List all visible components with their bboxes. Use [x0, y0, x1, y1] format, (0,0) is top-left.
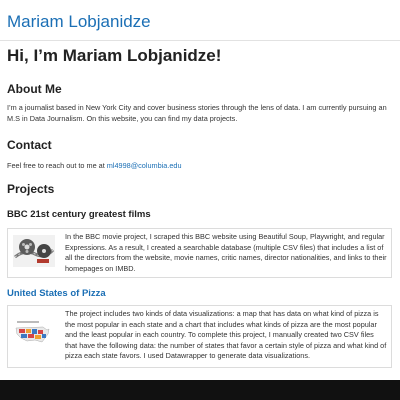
contact-heading: Contact — [7, 138, 52, 152]
project-title-pizza-link[interactable]: United States of Pizza — [7, 288, 106, 300]
project-title-bbc: BBC 21st century greatest films — [7, 209, 151, 220]
film-reel-icon — [13, 235, 55, 267]
email-link[interactable]: ml4998@columbia.edu — [107, 161, 182, 170]
project-description-pizza: The project includes two kinds of data v… — [65, 309, 387, 360]
project-description-bbc: In the BBC movie project, I scraped this… — [65, 232, 387, 273]
projects-heading: Projects — [7, 182, 55, 196]
contact-prefix: Feel free to reach out to me at — [7, 161, 107, 170]
project-card-bbc[interactable]: In the BBC movie project, I scraped this… — [7, 228, 392, 278]
page-heading: Hi, I’m Mariam Lobjanidze! — [7, 46, 222, 65]
about-text: I’m a journalist based in New York City … — [7, 103, 387, 123]
site-header: Mariam Lobjanidze — [0, 0, 400, 41]
about-heading: About Me — [7, 82, 62, 96]
site-title-link[interactable]: Mariam Lobjanidze — [7, 12, 151, 32]
contact-text: Feel free to reach out to me at ml4998@c… — [7, 161, 182, 172]
us-map-icon — [13, 318, 53, 348]
project-card-pizza[interactable]: The project includes two kinds of data v… — [7, 305, 392, 368]
page-footer — [0, 380, 400, 400]
